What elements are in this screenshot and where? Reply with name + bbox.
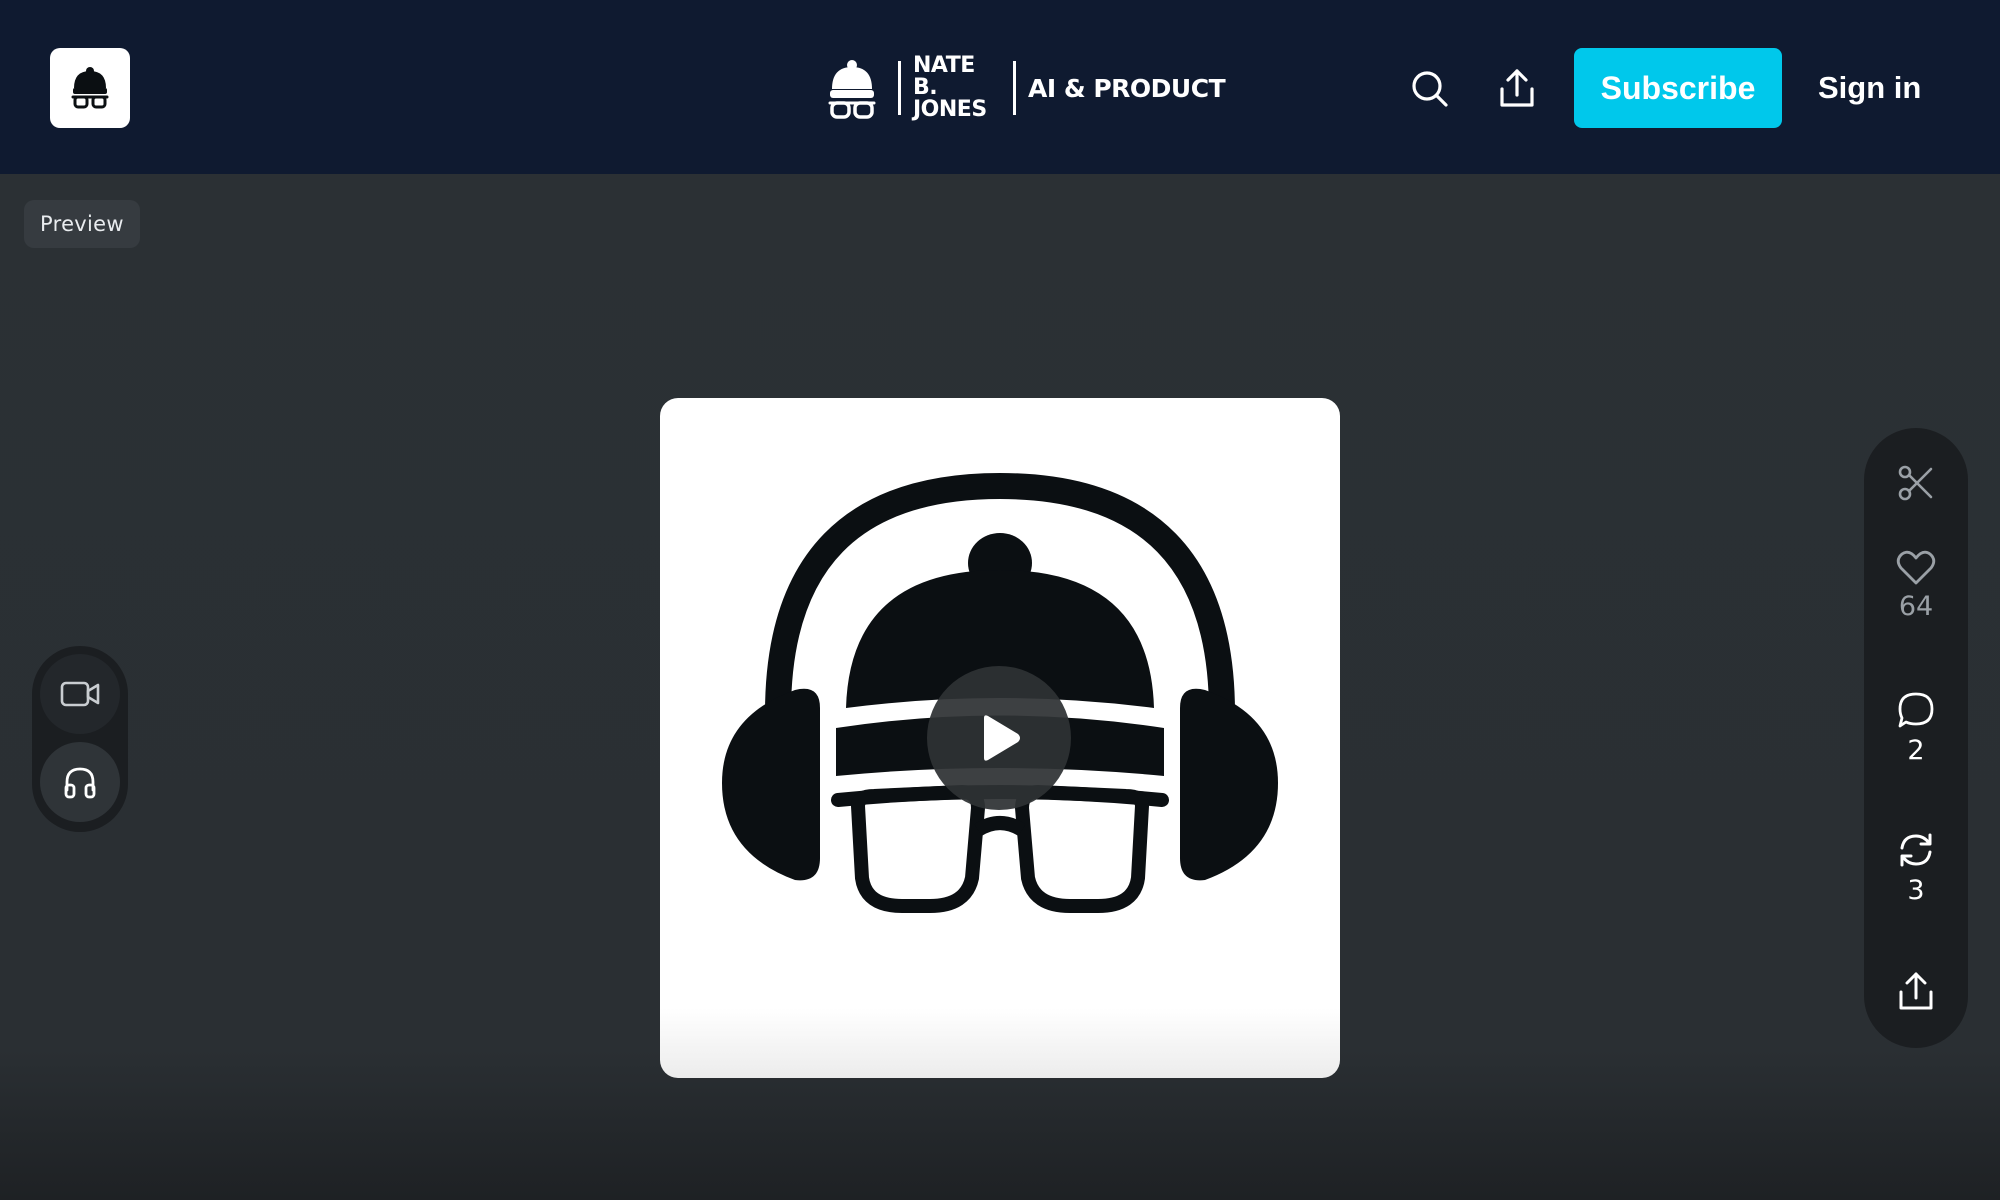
preview-badge: Preview — [24, 200, 140, 248]
sign-in-link[interactable]: Sign in — [1818, 48, 1921, 128]
share-button[interactable] — [1492, 64, 1542, 114]
play-button[interactable] — [927, 666, 1071, 810]
media-type-switch — [32, 646, 128, 832]
share-post-button[interactable] — [1864, 970, 1968, 1014]
video-icon — [60, 681, 100, 707]
search-icon — [1412, 71, 1448, 107]
audio-mode-button[interactable] — [40, 742, 120, 822]
comment-icon — [1898, 692, 1934, 728]
brand-name: NATE B. JONES — [913, 55, 999, 121]
restack-icon — [1900, 833, 1932, 867]
share-icon — [1500, 69, 1534, 107]
publication-brand[interactable]: NATE B. JONES AI & PRODUCT — [820, 50, 1226, 126]
share-icon — [1899, 972, 1933, 1010]
heart-icon — [1896, 550, 1936, 585]
restack-button[interactable]: 3 — [1864, 830, 1968, 906]
brand-divider — [1013, 61, 1016, 115]
like-button[interactable]: 64 — [1864, 550, 1968, 622]
episode-cover[interactable] — [660, 398, 1340, 1078]
app-logo-button[interactable] — [50, 48, 130, 128]
brand-name-line2: JONES — [913, 97, 987, 122]
brand-tagline: AI & PRODUCT — [1028, 73, 1226, 103]
podcast-page: NATE B. JONES AI & PRODUCT Subscribe Sig… — [0, 0, 2000, 1200]
scissors-icon — [1898, 465, 1933, 501]
play-icon — [984, 715, 1020, 761]
brand-mascot-icon — [828, 60, 876, 119]
video-mode-button[interactable] — [40, 654, 120, 734]
like-count: 64 — [1898, 591, 1934, 622]
comment-count: 2 — [1907, 735, 1925, 766]
restack-count: 3 — [1907, 875, 1925, 906]
app-logo-icon — [71, 67, 109, 109]
brand-divider — [898, 61, 901, 115]
top-navigation-bar: NATE B. JONES AI & PRODUCT Subscribe Sig… — [0, 0, 2000, 174]
search-button[interactable] — [1405, 64, 1455, 114]
comment-button[interactable]: 2 — [1864, 690, 1968, 766]
brand-name-line1: NATE B. — [913, 53, 975, 100]
post-actions-rail: 64 2 3 — [1864, 428, 1968, 1048]
subscribe-button[interactable]: Subscribe — [1574, 48, 1782, 128]
headphones-icon — [64, 767, 96, 799]
clip-button[interactable] — [1864, 464, 1968, 502]
